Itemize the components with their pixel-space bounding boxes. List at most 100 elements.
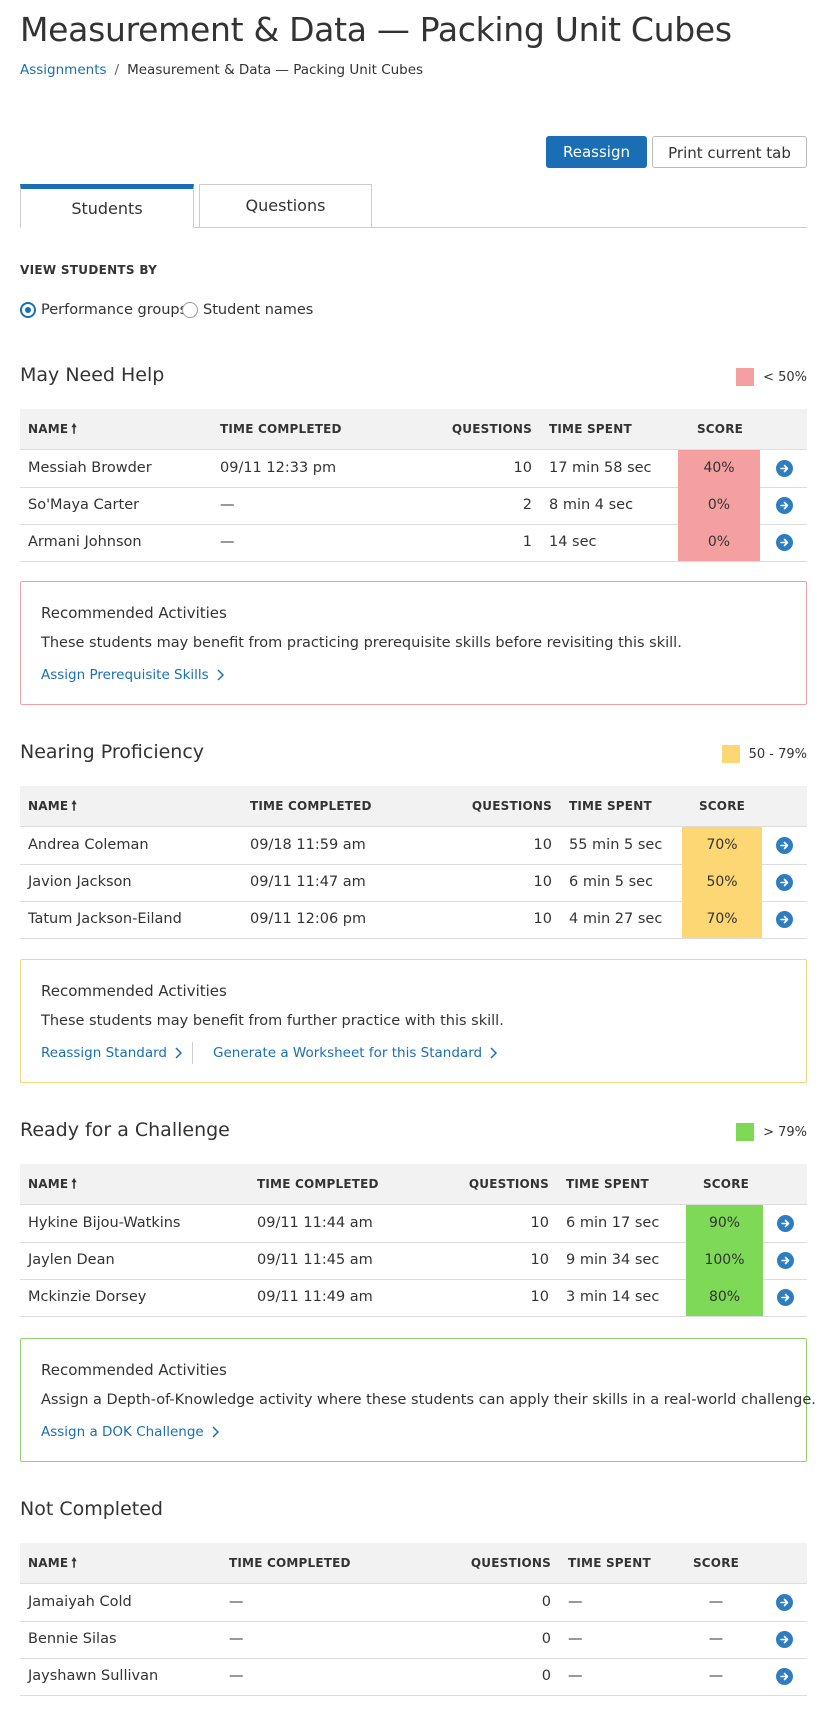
- view-students-by-label: VIEW STUDENTS BY: [20, 263, 158, 277]
- tab-questions[interactable]: Questions: [199, 184, 372, 228]
- column-header-time-spent: TIME SPENT: [566, 1177, 649, 1191]
- breadcrumb: Assignments / Measurement & Data — Packing…: [20, 62, 423, 78]
- column-header-name[interactable]: NAME 🠕: [28, 786, 77, 826]
- chevron-right-icon: [212, 1426, 219, 1438]
- time-completed: 09/11 11:45 am: [257, 1252, 373, 1268]
- generate-worksheet-link[interactable]: Generate a Worksheet for this Standard: [213, 1045, 498, 1061]
- student-name: Armani Johnson: [28, 534, 142, 550]
- arrow-right-circle-icon[interactable]: [776, 1594, 793, 1611]
- time-spent: —: [568, 1668, 583, 1684]
- time-spent: 17 min 58 sec: [549, 460, 652, 476]
- arrow-right-circle-icon[interactable]: [776, 534, 793, 551]
- arrow-right-circle-icon[interactable]: [776, 1631, 793, 1648]
- time-completed: 09/11 12:33 pm: [220, 460, 337, 476]
- page-title: Measurement & Data — Packing Unit Cubes: [20, 10, 732, 49]
- time-spent: —: [568, 1594, 583, 1610]
- legend-swatch: [736, 1123, 755, 1141]
- arrow-right-circle-icon[interactable]: [776, 837, 793, 854]
- chevron-right-icon: [217, 669, 224, 681]
- tab-students[interactable]: Students: [20, 184, 194, 228]
- radio-performance-groups[interactable]: Performance groups: [20, 300, 187, 320]
- table-header: NAME 🠕 TIME COMPLETED QUESTIONS TIME SPEN…: [20, 409, 807, 450]
- breadcrumb-current: Measurement & Data — Packing Unit Cubes: [127, 62, 424, 78]
- questions-count: 10: [530, 1289, 549, 1305]
- column-header-questions: QUESTIONS: [468, 1177, 549, 1191]
- score-cell: 50%: [682, 864, 762, 901]
- arrow-right-circle-icon[interactable]: [776, 460, 793, 477]
- recommended-activities-ready-for-challenge: Recommended Activities Assign a Depth-of…: [20, 1338, 816, 1462]
- score-cell: 70%: [682, 901, 762, 938]
- column-header-score: SCORE: [698, 799, 746, 813]
- score-cell: 70%: [682, 827, 762, 864]
- arrow-right-circle-icon[interactable]: [776, 874, 793, 891]
- recommended-activities-text: Assign a Depth-of-Knowledge activity whe…: [41, 1392, 816, 1408]
- sort-arrow-icon: 🠕: [71, 422, 78, 437]
- questions-count: 0: [541, 1594, 551, 1610]
- arrow-right-circle-icon[interactable]: [777, 1215, 794, 1232]
- student-name: Jamaiyah Cold: [28, 1594, 132, 1610]
- table-row: Tatum Jackson-Eiland 09/11 12:06 pm 10 4…: [20, 901, 807, 939]
- table-row: So'Maya Carter — 2 8 min 4 sec 0%: [20, 487, 807, 525]
- column-header-time-completed: TIME COMPLETED: [220, 422, 342, 436]
- assignment-report-page: Measurement & Data — Packing Unit Cubes …: [0, 0, 823, 1709]
- legend-label: < 50%: [763, 369, 807, 385]
- arrow-right-circle-icon[interactable]: [776, 911, 793, 928]
- assign-dok-challenge-link[interactable]: Assign a DOK Challenge: [41, 1424, 219, 1440]
- student-name: Tatum Jackson-Eiland: [28, 911, 182, 927]
- score-cell: —: [708, 1594, 724, 1610]
- legend-may-need-help: < 50%: [736, 368, 807, 386]
- chevron-right-icon: [490, 1047, 498, 1059]
- reassign-standard-link[interactable]: Reassign Standard: [41, 1045, 183, 1061]
- table-header: NAME 🠕 TIME COMPLETED QUESTIONS TIME SPEN…: [20, 1543, 807, 1584]
- breadcrumb-separator: /: [114, 62, 120, 78]
- arrow-right-circle-icon[interactable]: [777, 1289, 794, 1306]
- student-name: Hykine Bijou-Watkins: [28, 1215, 181, 1231]
- column-header-name[interactable]: NAME 🠕: [28, 1164, 77, 1204]
- recommended-activities-text: These students may benefit from further …: [41, 1013, 504, 1029]
- questions-count: 10: [513, 460, 532, 476]
- score-cell: 0%: [678, 487, 760, 524]
- table-header: NAME 🠕 TIME COMPLETED QUESTIONS TIME SPEN…: [20, 786, 807, 827]
- score-cell: —: [708, 1631, 724, 1647]
- arrow-right-circle-icon[interactable]: [777, 1252, 794, 1269]
- time-spent: 4 min 27 sec: [569, 911, 663, 927]
- table-row: Jayshawn Sullivan — 0 — —: [20, 1658, 807, 1696]
- arrow-right-circle-icon[interactable]: [776, 497, 793, 514]
- column-header-time-spent: TIME SPENT: [569, 799, 652, 813]
- student-name: Mckinzie Dorsey: [28, 1289, 147, 1305]
- print-current-tab-button[interactable]: Print current tab: [652, 136, 807, 168]
- group-title-nearing-proficiency: Nearing Proficiency: [20, 741, 205, 763]
- group-title-may-need-help: May Need Help: [20, 364, 165, 386]
- arrow-right-circle-icon[interactable]: [776, 1668, 793, 1685]
- sort-arrow-icon: 🠕: [71, 1556, 78, 1571]
- column-header-questions: QUESTIONS: [451, 422, 532, 436]
- score-cell: 0%: [678, 524, 760, 561]
- table-row: Armani Johnson — 1 14 sec 0%: [20, 524, 807, 562]
- recommended-activities-title: Recommended Activities: [41, 982, 227, 1000]
- time-completed: 09/11 11:44 am: [257, 1215, 373, 1231]
- sort-arrow-icon: 🠕: [71, 799, 78, 814]
- score-cell: —: [708, 1668, 724, 1684]
- radio-unselected-icon: [182, 302, 198, 318]
- table-row: Hykine Bijou-Watkins 09/11 11:44 am 10 6…: [20, 1205, 807, 1243]
- breadcrumb-assignments-link[interactable]: Assignments: [20, 62, 107, 78]
- table-row: Javion Jackson 09/11 11:47 am 10 6 min 5…: [20, 864, 807, 902]
- recommended-activities-title: Recommended Activities: [41, 604, 227, 622]
- score-cell: 100%: [686, 1242, 763, 1279]
- time-completed: —: [229, 1594, 244, 1610]
- column-header-time-spent: TIME SPENT: [568, 1556, 651, 1570]
- table-row: Jaylen Dean 09/11 11:45 am 10 9 min 34 s…: [20, 1242, 807, 1280]
- student-name: Andrea Coleman: [28, 837, 149, 853]
- column-header-name[interactable]: NAME 🠕: [28, 1543, 77, 1583]
- radio-label: Student names: [203, 302, 314, 318]
- radio-student-names[interactable]: Student names: [182, 300, 313, 320]
- time-spent: 6 min 17 sec: [566, 1215, 660, 1231]
- table-row: Bennie Silas — 0 — —: [20, 1621, 807, 1659]
- column-header-time-completed: TIME COMPLETED: [250, 799, 372, 813]
- time-spent: 8 min 4 sec: [549, 497, 634, 513]
- reassign-button[interactable]: Reassign: [546, 136, 647, 168]
- column-header-name[interactable]: NAME 🠕: [28, 409, 77, 449]
- assign-prerequisite-skills-link[interactable]: Assign Prerequisite Skills: [41, 667, 224, 683]
- time-spent: 14 sec: [549, 534, 597, 550]
- student-name: Jayshawn Sullivan: [28, 1668, 159, 1684]
